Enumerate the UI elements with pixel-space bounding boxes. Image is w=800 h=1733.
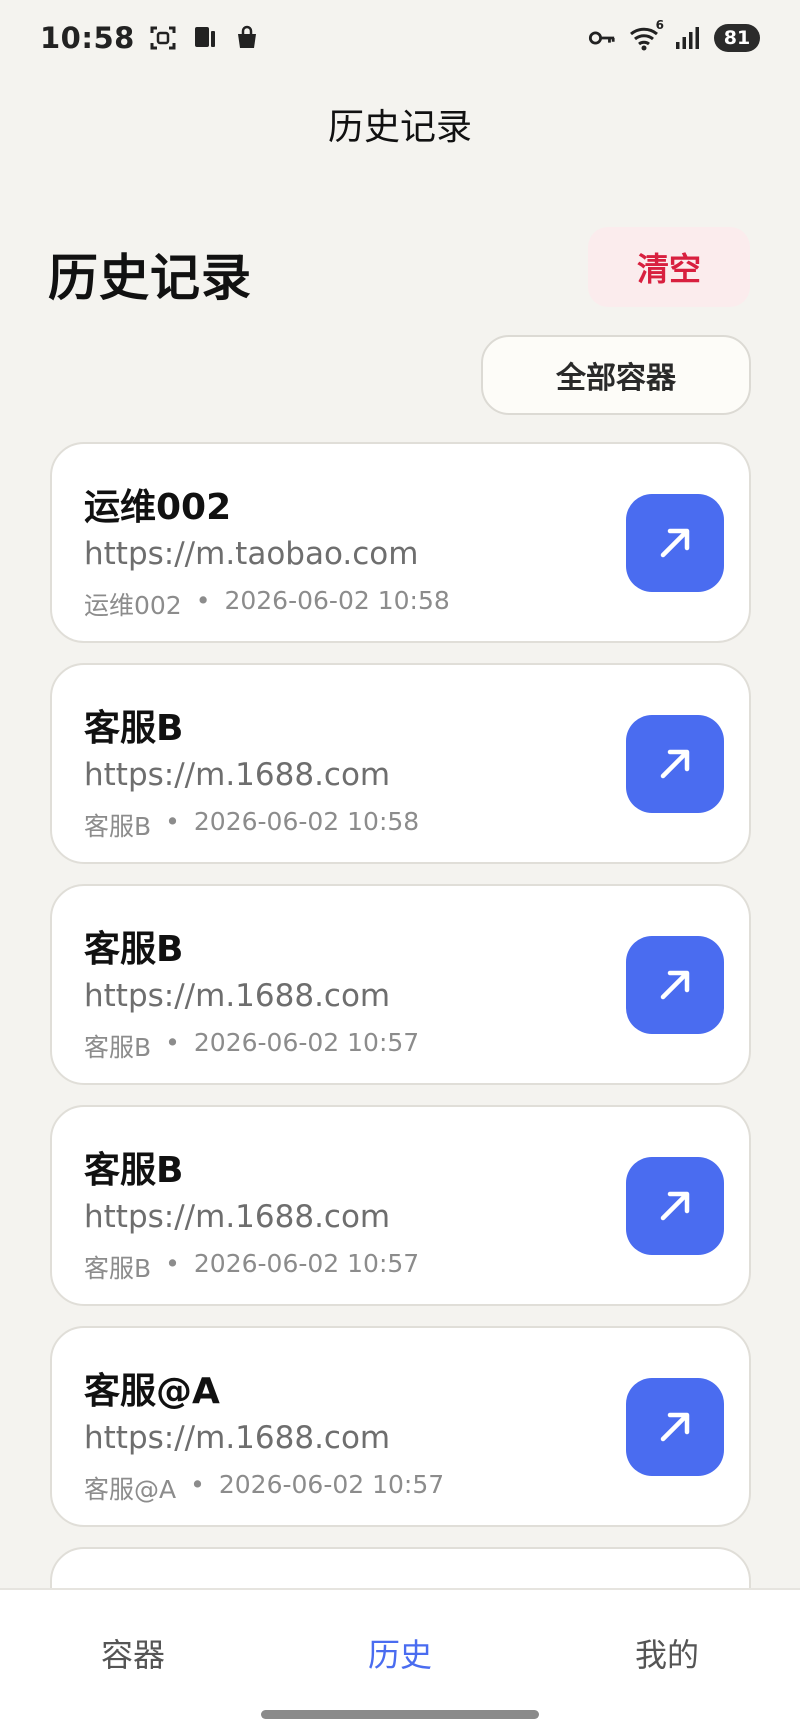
history-item-datetime: 2026-06-02 10:58	[193, 807, 420, 836]
device-icon	[191, 24, 219, 52]
history-item-title: 运维002	[84, 487, 232, 528]
open-link-button[interactable]	[626, 494, 724, 592]
history-item[interactable]: 运维002 https://m.taobao.com 运维002 • 2026-…	[50, 442, 751, 643]
open-link-button[interactable]	[626, 715, 724, 813]
history-item-datetime: 2026-06-02 10:58	[224, 586, 450, 615]
arrow-up-right-icon	[660, 528, 690, 558]
battery-indicator: 81	[714, 24, 760, 52]
history-item-container: 客服@A	[84, 1475, 177, 1504]
history-item-title: 客服B	[84, 708, 184, 749]
meta-separator: •	[195, 586, 211, 615]
history-item-datetime: 2026-06-02 10:57	[193, 1249, 420, 1278]
status-bar: 10:58 6 81	[0, 0, 800, 76]
history-item-container: 客服B	[84, 1254, 152, 1283]
arrow-up-right-icon	[660, 1191, 690, 1221]
arrow-up-right-icon	[660, 970, 690, 1000]
history-item-meta: 客服@A • 2026-06-02 10:57	[84, 1470, 444, 1506]
history-item-container: 客服B	[84, 812, 152, 841]
app-bar-title: 历史记录	[327, 107, 472, 148]
nav-tab-profile[interactable]: 我的	[587, 1630, 747, 1676]
history-item-meta: 客服B • 2026-06-02 10:57	[84, 1249, 419, 1285]
status-right: 6 81	[588, 18, 760, 52]
page-title: 历史记录	[48, 249, 252, 307]
open-link-button[interactable]	[626, 1378, 724, 1476]
history-item-url: https://m.taobao.com	[84, 536, 419, 572]
arrow-up-right-icon	[660, 1412, 690, 1442]
clear-history-button[interactable]: 清空	[588, 227, 750, 307]
history-item-url: https://m.1688.com	[84, 1199, 391, 1235]
history-item-meta: 运维002 • 2026-06-02 10:58	[84, 586, 450, 622]
bag-icon	[233, 24, 261, 52]
status-time: 10:58	[40, 21, 135, 55]
signal-icon	[674, 24, 702, 52]
meta-separator: •	[190, 1470, 205, 1499]
history-item-url: https://m.1688.com	[84, 1420, 391, 1456]
history-item-container: 客服B	[84, 1033, 152, 1062]
meta-separator: •	[165, 807, 180, 836]
history-item-url: https://m.1688.com	[84, 978, 391, 1014]
history-item-meta: 客服B • 2026-06-02 10:58	[84, 807, 419, 843]
history-item-title: 客服B	[84, 929, 184, 970]
meta-separator: •	[165, 1249, 180, 1278]
history-item-title: 客服B	[84, 1150, 184, 1191]
history-item[interactable]: 客服B https://m.1688.com 客服B • 2026-06-02 …	[50, 884, 751, 1085]
history-item-url: https://m.1688.com	[84, 757, 391, 793]
history-item[interactable]: 客服@A https://m.1688.com 客服@A • 2026-06-0…	[50, 1326, 751, 1527]
status-left: 10:58	[40, 21, 261, 55]
wifi-badge: 6	[655, 18, 664, 32]
key-icon	[588, 24, 616, 52]
history-item-meta: 客服B • 2026-06-02 10:57	[84, 1028, 419, 1064]
meta-separator: •	[165, 1028, 180, 1057]
history-item-datetime: 2026-06-02 10:57	[193, 1028, 420, 1057]
app-bar: 历史记录	[0, 84, 800, 164]
history-item-title: 客服@A	[84, 1371, 220, 1412]
nav-tab-containers[interactable]: 容器	[53, 1630, 213, 1676]
history-item-datetime: 2026-06-02 10:57	[218, 1470, 445, 1499]
open-link-button[interactable]	[626, 1157, 724, 1255]
nav-tab-history[interactable]: 历史	[320, 1630, 480, 1676]
wifi-icon: 6	[628, 18, 664, 52]
history-item[interactable]: 客服B https://m.1688.com 客服B • 2026-06-02 …	[50, 1105, 751, 1306]
container-filter-button[interactable]: 全部容器	[481, 335, 751, 415]
history-item[interactable]: 客服B https://m.1688.com 客服B • 2026-06-02 …	[50, 663, 751, 864]
arrow-up-right-icon	[660, 749, 690, 779]
home-indicator[interactable]	[261, 1710, 539, 1719]
history-item-container: 运维002	[84, 591, 182, 620]
scan-icon	[149, 24, 177, 52]
open-link-button[interactable]	[626, 936, 724, 1034]
